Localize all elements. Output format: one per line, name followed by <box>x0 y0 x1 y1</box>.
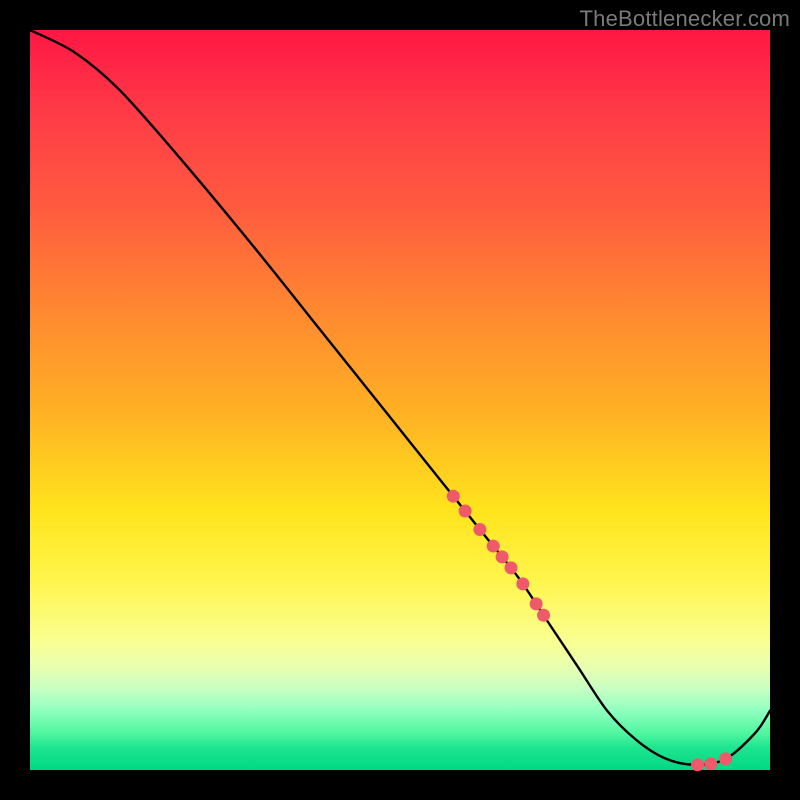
marker-dot <box>537 609 550 622</box>
marker-dot <box>505 561 518 574</box>
gradient-plot-area <box>30 30 770 770</box>
marker-dot <box>447 490 460 503</box>
marker-dot <box>516 577 529 590</box>
marker-dot <box>487 540 500 553</box>
chart-svg <box>30 30 770 770</box>
marker-dot <box>719 752 732 765</box>
marker-group <box>447 490 732 772</box>
marker-dot <box>704 757 717 770</box>
marker-dot <box>496 550 509 563</box>
curve-line <box>30 30 770 765</box>
marker-dot <box>530 597 543 610</box>
outer-frame: TheBottlenecker.com <box>0 0 800 800</box>
marker-dot <box>691 758 704 771</box>
marker-dot <box>459 505 472 518</box>
attribution-text: TheBottlenecker.com <box>580 6 790 32</box>
marker-dot <box>473 523 486 536</box>
